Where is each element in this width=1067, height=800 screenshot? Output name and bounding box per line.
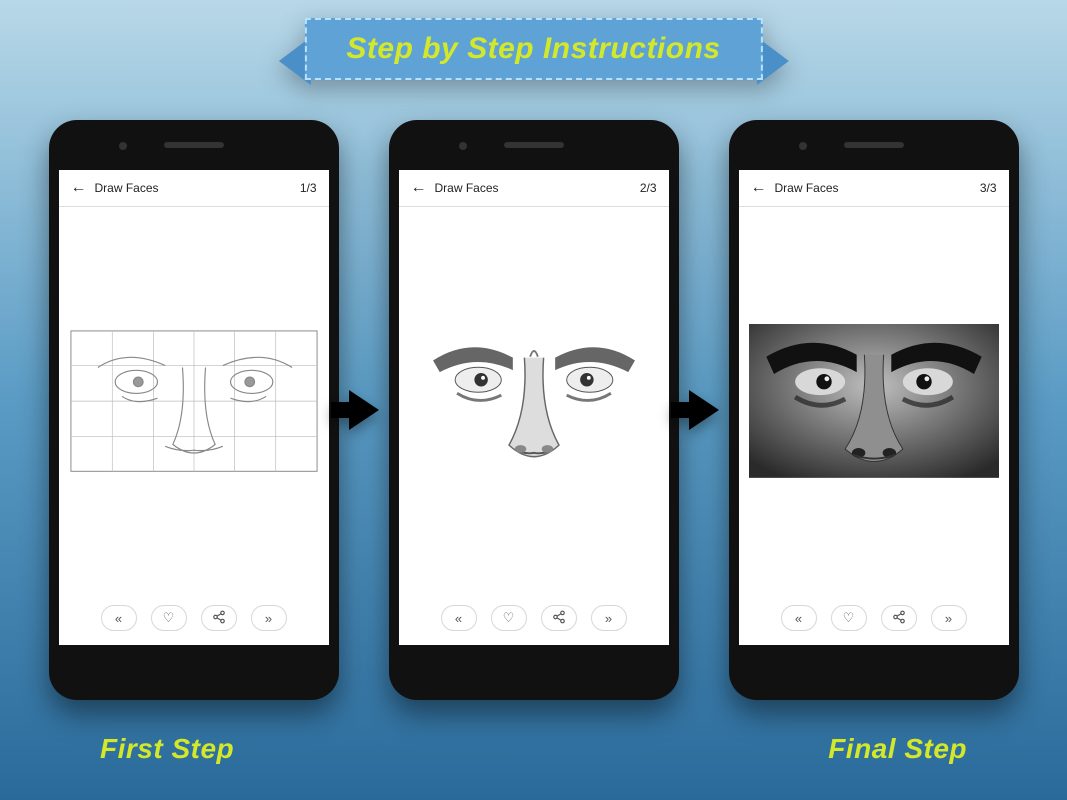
bottom-toolbar: « ♡ » <box>739 595 1009 645</box>
banner-title: Step by Step Instructions <box>346 32 720 66</box>
heart-icon: ♡ <box>503 610 515 626</box>
share-icon <box>212 610 226 627</box>
next-button[interactable]: » <box>251 605 287 631</box>
heart-icon: ♡ <box>843 610 855 626</box>
next-button[interactable]: » <box>931 605 967 631</box>
arrow-icon <box>349 390 379 430</box>
prev-button[interactable]: « <box>441 605 477 631</box>
share-button[interactable] <box>541 605 577 631</box>
phone-screen: ← Draw Faces 1/3 <box>59 170 329 645</box>
like-button[interactable]: ♡ <box>491 605 527 631</box>
face-sketch-grid <box>69 329 319 473</box>
back-icon[interactable]: ← <box>411 180 427 196</box>
app-bar: ← Draw Faces 1/3 <box>59 170 329 207</box>
next-icon: » <box>945 611 952 626</box>
app-title: Draw Faces <box>435 181 632 195</box>
like-button[interactable]: ♡ <box>151 605 187 631</box>
prev-button[interactable]: « <box>781 605 817 631</box>
page-counter: 2/3 <box>640 181 657 195</box>
app-title: Draw Faces <box>95 181 292 195</box>
arrow-icon <box>689 390 719 430</box>
face-sketch-shaded <box>409 324 659 478</box>
back-icon[interactable]: ← <box>751 180 767 196</box>
share-button[interactable] <box>881 605 917 631</box>
page-counter: 1/3 <box>300 181 317 195</box>
heart-icon: ♡ <box>163 610 175 626</box>
first-step-label: First Step <box>100 733 234 765</box>
phone-screen: ← Draw Faces 3/3 <box>739 170 1009 645</box>
app-title: Draw Faces <box>775 181 972 195</box>
prev-icon: « <box>795 611 802 626</box>
share-button[interactable] <box>201 605 237 631</box>
page-counter: 3/3 <box>980 181 997 195</box>
bottom-toolbar: « ♡ » <box>399 595 669 645</box>
prev-button[interactable]: « <box>101 605 137 631</box>
phones-row: ← Draw Faces 1/3 <box>0 120 1067 700</box>
like-button[interactable]: ♡ <box>831 605 867 631</box>
final-step-label: Final Step <box>828 733 967 765</box>
drawing-canvas <box>399 207 669 595</box>
banner: Step by Step Instructions <box>278 18 788 80</box>
share-icon <box>892 610 906 627</box>
app-bar: ← Draw Faces 3/3 <box>739 170 1009 207</box>
face-sketch-final <box>749 324 999 478</box>
next-button[interactable]: » <box>591 605 627 631</box>
phone-step-2: ← Draw Faces 2/3 <box>389 120 679 700</box>
share-icon <box>552 610 566 627</box>
prev-icon: « <box>455 611 462 626</box>
phone-step-3: ← Draw Faces 3/3 <box>729 120 1019 700</box>
drawing-canvas <box>59 207 329 595</box>
next-icon: » <box>265 611 272 626</box>
app-bar: ← Draw Faces 2/3 <box>399 170 669 207</box>
back-icon[interactable]: ← <box>71 180 87 196</box>
phone-screen: ← Draw Faces 2/3 <box>399 170 669 645</box>
banner-body: Step by Step Instructions <box>304 18 762 80</box>
prev-icon: « <box>115 611 122 626</box>
drawing-canvas <box>739 207 1009 595</box>
phone-step-1: ← Draw Faces 1/3 <box>49 120 339 700</box>
next-icon: » <box>605 611 612 626</box>
bottom-toolbar: « ♡ » <box>59 595 329 645</box>
